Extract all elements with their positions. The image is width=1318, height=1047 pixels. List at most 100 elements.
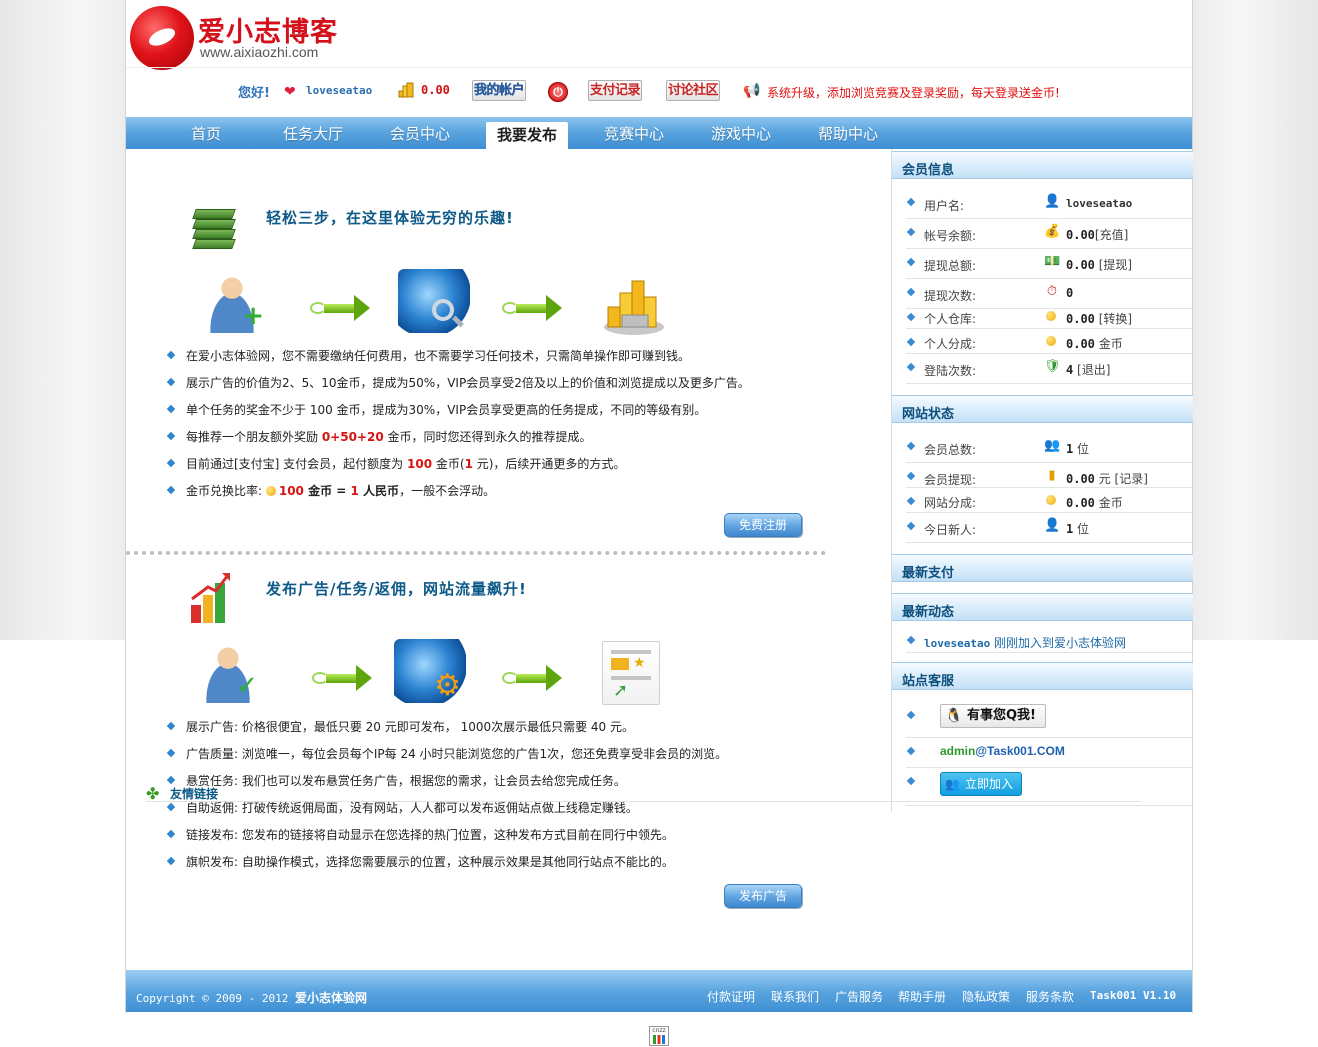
page-container: 爱小志博客 www.aixiaozhi.com 您好! ❤ loveseatao… — [125, 0, 1193, 1013]
green-arrow-icon — [310, 295, 372, 321]
email-row: admin@Task001.COM — [906, 738, 1192, 768]
nav-help-center[interactable]: 帮助中心 — [808, 117, 888, 149]
pay-records-button[interactable]: 支付记录 — [588, 80, 642, 101]
logo-text-en: www.aixiaozhi.com — [200, 44, 319, 60]
user-bar: 您好! ❤ loveseatao 0.00 我的帐户 ⏻ 支付记录 讨论社区 📢… — [126, 78, 1192, 106]
growth-chart-icon — [191, 573, 230, 623]
free-register-button[interactable]: 免费注册 — [724, 513, 802, 537]
status-row-site-share: 网站分成: 0.00 金币 — [906, 488, 1192, 513]
copyright: Copyright © 2009 - 2012 爱小志体验网 — [136, 991, 367, 1005]
status-row-member-withdraw: 会员提现: ▮ 0.00 元 [记录] — [906, 463, 1192, 488]
greeting-text: 您好! — [238, 86, 270, 101]
user-avatar-icon: 👤 — [1044, 194, 1061, 209]
recharge-link[interactable]: [充值] — [1095, 228, 1128, 242]
version: Task001 V1.10 — [1090, 989, 1177, 1002]
status-row-new-today: 今日新人: 👤 1 位 — [906, 513, 1192, 543]
green-arrow-icon — [312, 665, 374, 691]
nav-publish[interactable]: 我要发布 — [486, 122, 568, 149]
nav-member-center[interactable]: 会员中心 — [380, 117, 460, 149]
list-item: 在爱小志体验网，您不需要缴纳任何费用，也不需要学习任何技术，只需简单操作即可赚到… — [166, 349, 866, 376]
cnzz-stats-icon[interactable]: cnzz — [649, 1026, 669, 1046]
money-bag-icon: 💰 — [1044, 224, 1061, 239]
list-item: 链接发布: 您发布的链接将自动显示在您选择的热门位置，这种发布方式目前在同行中领… — [166, 828, 866, 855]
footer-link-payment-proof[interactable]: 付款证明 — [707, 988, 755, 1005]
user-heart-icon: ❤ — [284, 84, 296, 100]
system-notice[interactable]: 系统升级，添加浏览竞赛及登录奖励，每天登录送金币! — [767, 84, 1060, 101]
member-row-login-count: 登陆次数: 🛡 4 [退出] — [906, 354, 1192, 384]
list-item: 每推荐一个朋友额外奖励 0+50+20 金币，同时您还得到永久的推荐提成。 — [166, 430, 866, 457]
list-item: 展示广告的价值为2、5、10金币，提成为50%，VIP会员享受2倍及以上的价值和… — [166, 376, 866, 403]
footer-link-privacy[interactable]: 隐私政策 — [962, 988, 1010, 1005]
coin-icon — [1044, 309, 1060, 325]
withdraw-link[interactable]: [提现] — [1095, 258, 1132, 272]
nav-task-hall[interactable]: 任务大厅 — [273, 117, 353, 149]
status-row-members: 会员总数: 👥 1 位 — [906, 433, 1192, 463]
list-item: 旗帜发布: 自助操作模式，选择您需要展示的位置，这种展示效果是其他同行站点不能比… — [166, 855, 866, 882]
gold-coins-icon — [398, 82, 414, 98]
friend-links-title: 友情链接 — [170, 787, 219, 801]
gold-coins-stack-icon — [604, 280, 664, 335]
coin-icon — [1044, 334, 1060, 350]
shield-icon: 🛡 — [1044, 359, 1061, 374]
cash-icon: 💵 — [1044, 254, 1061, 269]
forum-button[interactable]: 讨论社区 — [666, 80, 720, 101]
list-item: 自助返佣: 打破传统返佣局面，没有网站，人人都可以发布返佣站点做上线稳定赚钱。 — [166, 801, 866, 828]
publish-ad-button[interactable]: 发布广告 — [724, 884, 802, 908]
qq-contact-button[interactable]: 有事您Q我! — [940, 704, 1046, 728]
join-now-button[interactable]: 立即加入 — [940, 772, 1022, 796]
green-arrow-icon — [502, 665, 564, 691]
main-nav: 首页 任务大厅 会员中心 我要发布 竞赛中心 游戏中心 帮助中心 — [126, 117, 1192, 149]
header-divider — [126, 67, 1192, 68]
list-item: 金币兑换比率: 100 金币 = 1 人民币，一般不会浮动。 — [166, 484, 866, 511]
document-chart-icon: ★ ➚ — [602, 641, 660, 705]
member-info-header: 会员信息 — [892, 151, 1193, 179]
list-item: 目前通过[支付宝] 支付会员，起付额度为 100 金币(1 元)，后续开通更多的… — [166, 457, 866, 484]
globe-gear-icon: ⚙ — [394, 639, 466, 703]
service-email[interactable]: admin@Task001.COM — [940, 744, 1065, 758]
member-row-warehouse: 个人仓库: 0.00 [转换] — [906, 304, 1192, 329]
list-item: 广告质量: 浏览唯一，每位会员每个IP每 24 小时只能浏览您的广告1次，您还免… — [166, 747, 866, 774]
add-user-icon: 👤 — [1044, 518, 1061, 533]
nav-contest-center[interactable]: 竞赛中心 — [594, 117, 674, 149]
green-arrow-icon — [502, 295, 564, 321]
nav-home[interactable]: 首页 — [166, 117, 246, 149]
member-row-username: 用户名: 👤 loveseatao — [906, 189, 1192, 219]
latest-pay-header: 最新支付 — [892, 554, 1193, 582]
section1-list: 在爱小志体验网，您不需要缴纳任何费用，也不需要学习任何技术，只需简单操作即可赚到… — [166, 349, 866, 511]
footer-link-ad-service[interactable]: 广告服务 — [835, 988, 883, 1005]
logout-power-icon[interactable]: ⏻ — [548, 82, 568, 102]
logo-disc-icon — [130, 6, 194, 70]
footer-link-terms[interactable]: 服务条款 — [1026, 988, 1074, 1005]
section2-title: 发布广告/任务/返佣，网站流量飙升! — [266, 580, 527, 598]
logout-link[interactable]: [退出] — [1073, 363, 1110, 377]
sidebar: 会员信息 用户名: 👤 loveseatao 帐号余额: 💰 0.00[充值] … — [891, 149, 1193, 812]
nav-game-center[interactable]: 游戏中心 — [701, 117, 781, 149]
join-row: 立即加入 — [906, 768, 1192, 806]
footer-link-help[interactable]: 帮助手册 — [898, 988, 946, 1005]
convert-link[interactable]: [转换] — [1095, 312, 1132, 326]
site-logo[interactable]: 爱小志博客 www.aixiaozhi.com — [130, 4, 350, 72]
withdraw-records-link[interactable]: 元 [记录] — [1095, 472, 1148, 486]
coin-icon — [265, 486, 276, 496]
add-user-icon: + — [196, 269, 268, 333]
latest-news-header: 最新动态 — [892, 593, 1193, 621]
gold-balance: 0.00 — [421, 83, 450, 97]
site-status-header: 网站状态 — [892, 395, 1193, 423]
users-group-icon: 👥 — [1044, 438, 1061, 453]
globe-search-icon — [398, 269, 470, 333]
list-item: 展示广告: 价格很便宜，最低只要 20 元即可发布， 1000次展示最低只需要 … — [166, 720, 866, 747]
clover-icon: ✤ — [146, 784, 160, 803]
money-stack-icon — [190, 203, 238, 255]
qq-service-row: 有事您Q我! — [906, 702, 1192, 738]
section-divider — [126, 551, 826, 555]
list-item: 单个任务的奖金不少于 100 金币，提成为30%，VIP会员享受更高的任务提成，… — [166, 403, 866, 430]
member-row-withdraw-total: 提现总额: 💵 0.00 [提现] — [906, 249, 1192, 279]
member-row-balance: 帐号余额: 💰 0.00[充值] — [906, 219, 1192, 249]
footer-link-contact[interactable]: 联系我们 — [771, 988, 819, 1005]
coin-icon — [1044, 493, 1060, 509]
customer-service-header: 站点客服 — [892, 662, 1193, 690]
username-link[interactable]: loveseatao — [306, 84, 372, 97]
member-row-share: 个人分成: 0.00 金币 — [906, 329, 1192, 354]
my-account-button[interactable]: 我的帐户 — [472, 80, 526, 101]
latest-news-item[interactable]: loveseatao 刚刚加入到爱小志体验网 — [906, 627, 1192, 653]
